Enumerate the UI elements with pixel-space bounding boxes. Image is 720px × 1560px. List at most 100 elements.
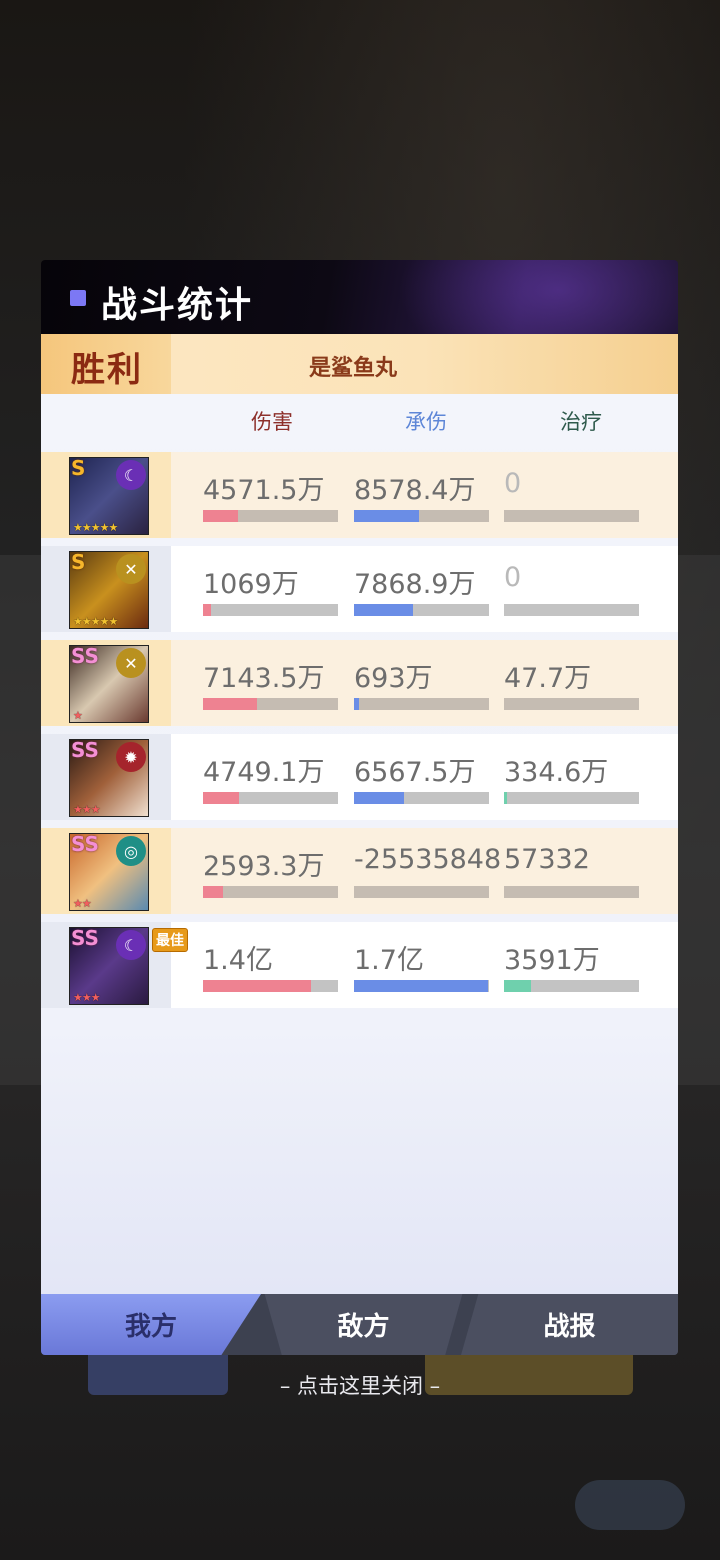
tab-my-team[interactable]: 我方 — [41, 1294, 261, 1355]
damage-bar-fill — [203, 604, 212, 616]
hero-row[interactable]: S ☾ ★★★★★ 4571.5万 8578.4万 0 — [41, 452, 678, 538]
title-bullet-icon — [70, 290, 86, 306]
heal-value: 47.7万 — [504, 663, 592, 694]
star-rating: ★★★ — [73, 803, 101, 816]
rank-badge: S — [71, 457, 86, 480]
taken-bar — [354, 698, 489, 710]
heal-value: 57332 — [504, 844, 590, 875]
taken-bar-fill — [354, 698, 360, 710]
header-decoration — [398, 260, 678, 334]
heal-value: 334.6万 — [504, 757, 609, 788]
damage-bar-fill — [203, 980, 311, 992]
star-rating: ★★★ — [73, 991, 101, 1004]
portrait-cell: SS ✹ ★★★ — [41, 734, 171, 820]
taken-value: 1.7亿 — [354, 945, 424, 976]
taken-bar — [354, 604, 489, 616]
portrait-cell: SS ✕ ★ — [41, 640, 171, 726]
heal-value: 0 — [504, 562, 522, 593]
damage-value: 4749.1万 — [203, 757, 325, 788]
damage-bar — [203, 980, 338, 992]
team-tabs: 我方 敌方 战报 — [41, 1294, 678, 1355]
taken-bar — [354, 886, 489, 898]
damage-bar-fill — [203, 792, 240, 804]
panel-header: 战斗统计 — [41, 260, 678, 334]
close-hint-button[interactable]: – 点击这里关闭 – — [0, 1370, 720, 1400]
stats-list[interactable]: 伤害 承伤 治疗 S ☾ ★★★★★ 4571.5万 8578.4万 0 S ✕ ★★★★★ 10… — [41, 394, 678, 1294]
hero-row[interactable]: SS ✕ ★ 7143.5万 693万 47.7万 — [41, 640, 678, 726]
heal-bar — [504, 792, 639, 804]
portrait-cell: SS ◎ ★★ — [41, 828, 171, 914]
hero-portrait[interactable]: S ☾ ★★★★★ — [69, 457, 149, 535]
star-rating: ★★ — [73, 897, 92, 910]
hero-row[interactable]: SS ◎ ★★ 2593.3万 -25535848 57332 — [41, 828, 678, 914]
rank-badge: SS — [71, 927, 99, 950]
heal-bar — [504, 698, 639, 710]
result-label: 胜利 — [71, 350, 143, 390]
taken-bar-fill — [354, 510, 419, 522]
taken-bar — [354, 792, 489, 804]
moon-icon: ☾ — [116, 460, 146, 490]
damage-bar-fill — [203, 698, 257, 710]
column-header-taken: 承伤 — [405, 410, 447, 434]
heal-bar — [504, 886, 639, 898]
hero-portrait[interactable]: SS ☾ ★★★ — [69, 927, 149, 1005]
rank-badge: S — [71, 551, 86, 574]
damage-bar — [203, 698, 338, 710]
result-bar: 胜利 是鲨鱼丸 — [41, 334, 678, 394]
heal-bar-fill — [504, 792, 507, 804]
hero-portrait[interactable]: S ✕ ★★★★★ — [69, 551, 149, 629]
rank-badge: SS — [71, 833, 99, 856]
heal-bar — [504, 980, 639, 992]
column-header-heal: 治疗 — [560, 410, 602, 434]
tab-enemy-team[interactable]: 敌方 — [264, 1294, 463, 1355]
damage-value: 4571.5万 — [203, 475, 325, 506]
damage-value: 1069万 — [203, 569, 299, 600]
heal-bar — [504, 604, 639, 616]
hero-portrait[interactable]: SS ✕ ★ — [69, 645, 149, 723]
damage-bar-fill — [203, 886, 224, 898]
taken-bar-fill — [354, 792, 404, 804]
damage-bar — [203, 604, 338, 616]
taken-bar — [354, 510, 489, 522]
moon-icon: ☾ — [116, 930, 146, 960]
heal-value: 3591万 — [504, 945, 600, 976]
damage-bar-fill — [203, 510, 239, 522]
portrait-cell: S ✕ ★★★★★ — [41, 546, 171, 632]
background-decoration — [575, 1480, 685, 1530]
rank-badge: SS — [71, 739, 99, 762]
damage-value: 1.4亿 — [203, 945, 273, 976]
cross-icon: ✕ — [116, 648, 146, 678]
hero-portrait[interactable]: SS ◎ ★★ — [69, 833, 149, 911]
flame-icon: ✹ — [116, 742, 146, 772]
hero-portrait[interactable]: SS ✹ ★★★ — [69, 739, 149, 817]
damage-bar — [203, 510, 338, 522]
taken-value: 693万 — [354, 663, 433, 694]
star-rating: ★★★★★ — [73, 521, 118, 534]
taken-value: 6567.5万 — [354, 757, 476, 788]
damage-value: 2593.3万 — [203, 851, 325, 882]
taken-bar-fill — [354, 604, 414, 616]
taken-value: 8578.4万 — [354, 475, 476, 506]
portrait-cell: S ☾ ★★★★★ — [41, 452, 171, 538]
battle-stats-panel: 战斗统计 胜利 是鲨鱼丸 伤害 承伤 治疗 S ☾ ★★★★★ 4571.5万 8578… — [41, 260, 678, 1355]
rank-badge: SS — [71, 645, 99, 668]
result-label-box: 胜利 — [41, 334, 171, 394]
star-rating: ★★★★★ — [73, 615, 118, 628]
player-name: 是鲨鱼丸 — [309, 356, 398, 381]
column-header-damage: 伤害 — [251, 410, 293, 434]
heal-bar-fill — [504, 980, 531, 992]
damage-value: 7143.5万 — [203, 663, 325, 694]
hero-row[interactable]: S ✕ ★★★★★ 1069万 7868.9万 0 — [41, 546, 678, 632]
wind-icon: ◎ — [116, 836, 146, 866]
heal-bar — [504, 510, 639, 522]
taken-value: 7868.9万 — [354, 569, 476, 600]
cross-icon: ✕ — [116, 554, 146, 584]
tab-battle-report[interactable]: 战报 — [461, 1294, 678, 1355]
hero-row[interactable]: SS ☾ ★★★ 最佳 1.4亿 1.7亿 3591万 — [41, 922, 678, 1008]
best-badge: 最佳 — [152, 928, 188, 952]
star-rating: ★ — [73, 709, 83, 722]
damage-bar — [203, 792, 338, 804]
hero-row[interactable]: SS ✹ ★★★ 4749.1万 6567.5万 334.6万 — [41, 734, 678, 820]
damage-bar — [203, 886, 338, 898]
taken-bar-fill — [354, 980, 488, 992]
